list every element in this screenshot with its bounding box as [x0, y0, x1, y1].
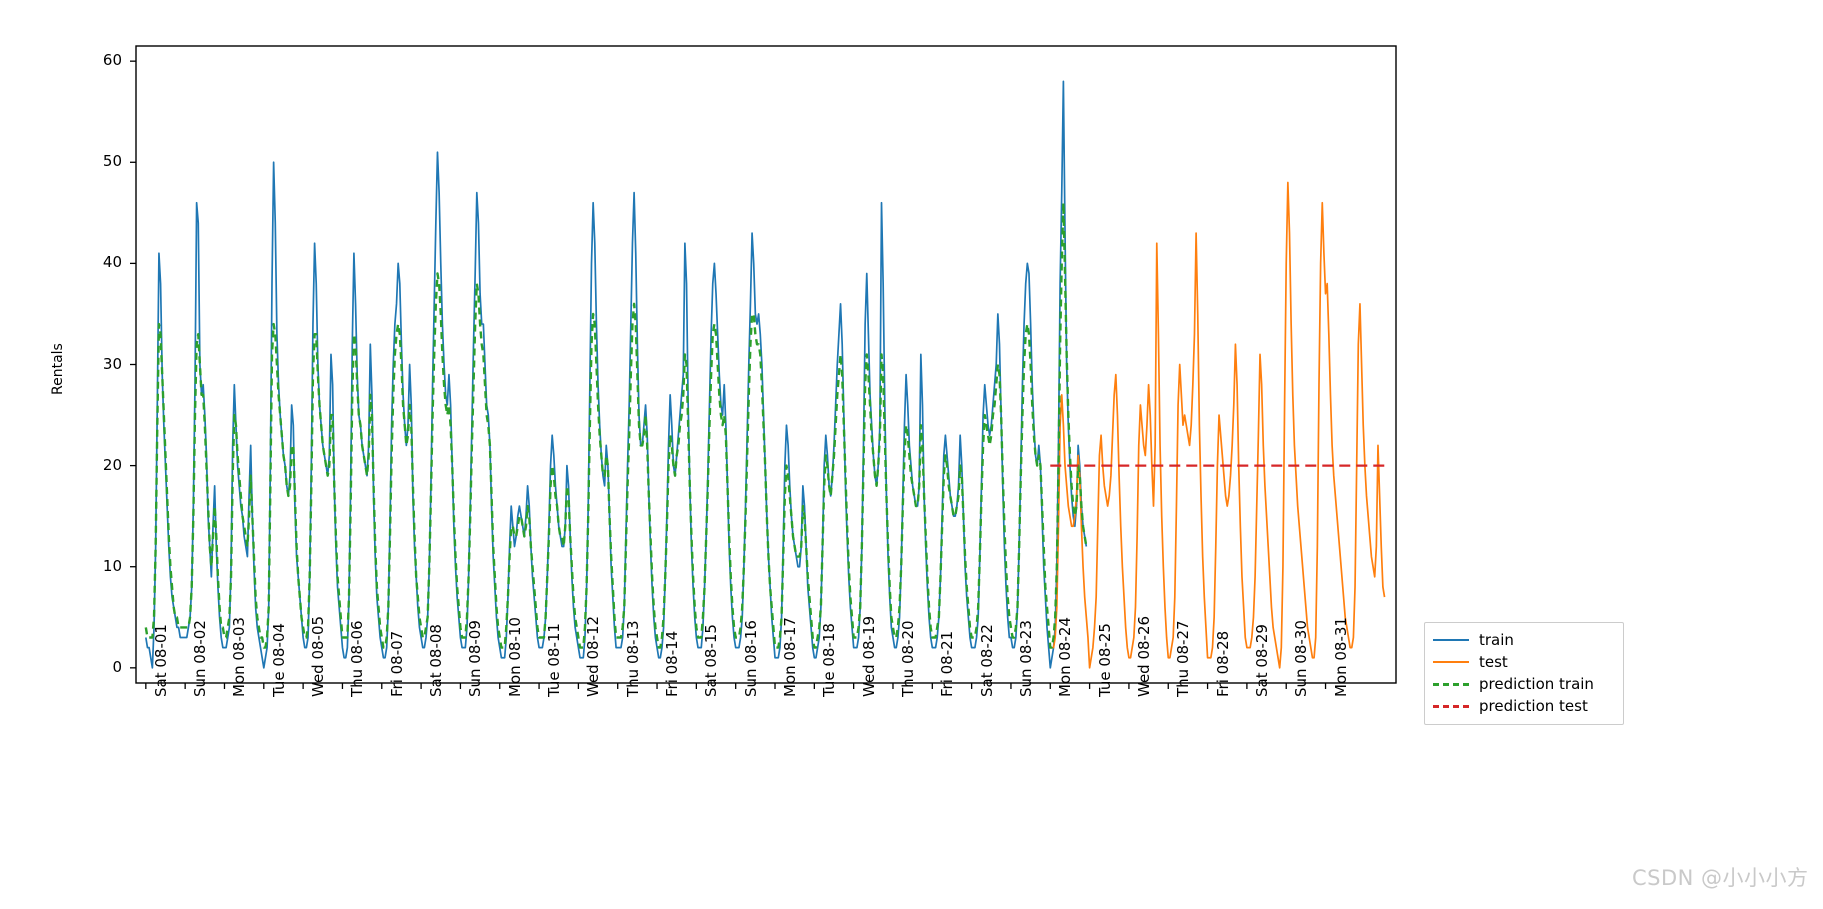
matplotlib-figure: train test prediction train prediction test… [0, 0, 1823, 909]
x-tick-label: Sat 08-01 [151, 624, 170, 697]
legend-swatch-test-icon [1433, 655, 1469, 669]
series-line-test [1050, 181, 1386, 669]
x-tick-label: Thu 08-13 [623, 620, 642, 697]
x-tick-label: Sun 08-09 [466, 620, 485, 697]
x-tick-label: Wed 08-05 [309, 615, 328, 697]
x-tick-label: Mon 08-10 [505, 617, 524, 697]
x-tick-label: Sat 08-22 [977, 624, 996, 697]
series-line-train [144, 80, 1088, 669]
x-tick-label: Thu 08-20 [898, 620, 917, 697]
x-tick-label: Tue 08-04 [269, 623, 288, 697]
y-tick-label: 10 [102, 556, 122, 575]
x-tick-label: Wed 08-19 [859, 615, 878, 697]
legend-label: prediction train [1479, 674, 1594, 693]
x-tick-label: Mon 08-17 [781, 617, 799, 697]
x-tick-label: Sat 08-29 [1252, 624, 1271, 697]
y-tick-label: 50 [102, 152, 122, 171]
x-tick-label: Fri 08-14 [663, 630, 682, 697]
legend-item-prediction-train[interactable]: prediction train [1433, 673, 1613, 695]
legend-label: train [1479, 630, 1514, 649]
x-tick-label: Sun 08-23 [1016, 620, 1035, 697]
chart-legend: train test prediction train prediction test [1424, 622, 1624, 725]
x-tick-label: Sun 08-02 [191, 620, 210, 697]
x-tick-label: Thu 08-06 [348, 620, 367, 697]
y-tick-label: 40 [102, 253, 122, 272]
y-tick-label: 60 [102, 51, 122, 70]
x-tick-label: Fri 08-28 [1213, 630, 1232, 697]
legend-label: prediction test [1479, 696, 1588, 715]
x-tick-label: Tue 08-25 [1095, 623, 1114, 697]
x-tick-label: Sun 08-16 [741, 620, 760, 697]
y-axis-label: Rentals [50, 342, 66, 395]
x-tick-label: Sat 08-08 [427, 624, 446, 697]
x-tick-label: Mon 08-31 [1331, 617, 1350, 697]
x-tick-label: Tue 08-18 [820, 623, 839, 697]
csdn-watermark: CSDN @小小小方 [1632, 866, 1809, 890]
x-tick-label: Sat 08-15 [702, 624, 721, 697]
x-tick-label: Thu 08-27 [1174, 620, 1193, 697]
legend-swatch-prediction-test-icon [1433, 699, 1469, 713]
y-tick-label: 20 [102, 455, 122, 474]
x-tick-label: Mon 08-03 [230, 617, 249, 697]
legend-swatch-prediction-train-icon [1433, 677, 1469, 691]
x-tick-label: Fri 08-21 [938, 630, 957, 697]
legend-item-test[interactable]: test [1433, 651, 1613, 673]
x-tick-label: Mon 08-24 [1056, 617, 1075, 697]
plot-canvas [130, 45, 1397, 689]
x-tick-label: Wed 08-12 [584, 615, 603, 697]
legend-item-train[interactable]: train [1433, 629, 1613, 651]
legend-swatch-train-icon [1433, 633, 1469, 647]
y-tick-label: 30 [102, 354, 122, 373]
x-tick-label: Tue 08-11 [545, 623, 564, 697]
legend-label: test [1479, 652, 1508, 671]
x-tick-label: Wed 08-26 [1134, 615, 1153, 697]
axes-frame [135, 45, 1397, 684]
x-tick-label: Sun 08-30 [1292, 620, 1311, 697]
x-tick-label: Fri 08-07 [387, 630, 406, 697]
y-tick-label: 0 [112, 657, 122, 676]
legend-item-prediction-test[interactable]: prediction test [1433, 695, 1613, 717]
series-line-prediction-train [144, 201, 1088, 649]
